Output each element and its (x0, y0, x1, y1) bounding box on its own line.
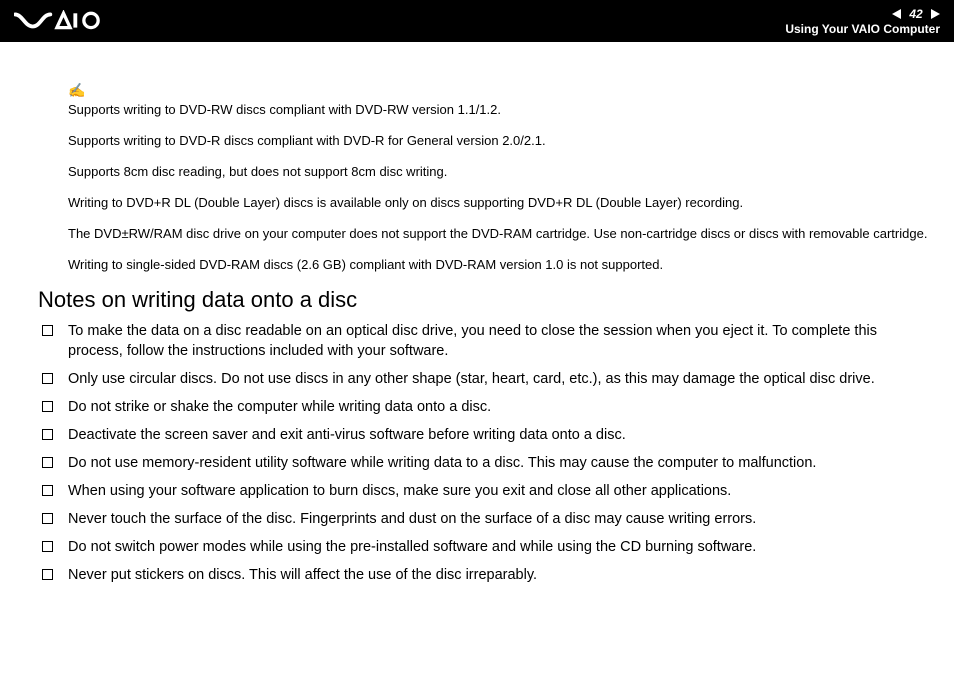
list-item: Do not strike or shake the computer whil… (38, 397, 930, 417)
list-item: Do not use memory-resident utility softw… (38, 453, 930, 473)
section-heading: Notes on writing data onto a disc (38, 287, 930, 313)
list-item: Never touch the surface of the disc. Fin… (38, 509, 930, 529)
page-nav: 42 (892, 7, 940, 21)
note-icon: ✍ (68, 82, 930, 99)
prev-page-icon[interactable] (892, 9, 901, 19)
list-item: Do not switch power modes while using th… (38, 537, 930, 557)
list-item: Only use circular discs. Do not use disc… (38, 369, 930, 389)
page-number: 42 (907, 7, 925, 21)
list-item: Deactivate the screen saver and exit ant… (38, 425, 930, 445)
section-title: Using Your VAIO Computer (785, 22, 940, 36)
note-line: Supports writing to DVD-R discs complian… (68, 132, 930, 149)
list-item: When using your software application to … (38, 481, 930, 501)
vaio-logo (14, 10, 124, 32)
note-line: Writing to DVD+R DL (Double Layer) discs… (68, 194, 930, 211)
note-line: Writing to single-sided DVD-RAM discs (2… (68, 256, 930, 273)
next-page-icon[interactable] (931, 9, 940, 19)
note-line: Supports writing to DVD-RW discs complia… (68, 101, 930, 118)
list-item: Never put stickers on discs. This will a… (38, 565, 930, 585)
note-line: The DVD±RW/RAM disc drive on your comput… (68, 225, 930, 242)
list-item: To make the data on a disc readable on a… (38, 321, 930, 361)
bullet-list: To make the data on a disc readable on a… (38, 321, 930, 585)
header-bar: 42 Using Your VAIO Computer (0, 0, 954, 42)
note-line: Supports 8cm disc reading, but does not … (68, 163, 930, 180)
